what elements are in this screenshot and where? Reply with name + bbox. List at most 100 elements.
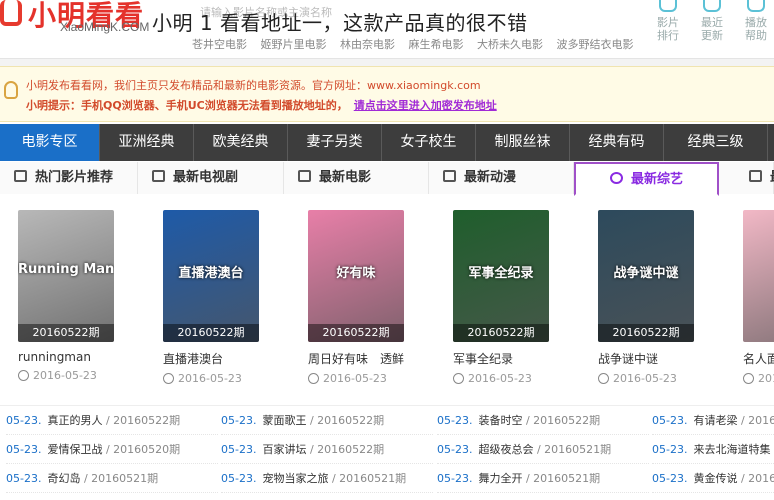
show-card[interactable]: Running Man 20160522期 runningman 2016-05…: [18, 210, 118, 382]
tab-latest-more[interactable]: 最新: [719, 162, 774, 194]
show-poster[interactable]: 战争谜中谜 20160522期: [598, 210, 694, 342]
film-rank-button[interactable]: 影片 排行: [648, 0, 688, 42]
list-item[interactable]: 05-23. 装备时空 / 20160522期: [437, 406, 649, 435]
notice-line-2: 小明提示：手机QQ浏览器、手机UC浏览器无法看到播放地址的， 请点击这里进入加密发…: [26, 97, 497, 113]
poster-title: 名人: [743, 262, 774, 281]
category-tab[interactable]: 女子校生: [382, 124, 476, 161]
list-item[interactable]: 05-23. 奇幻岛 / 20160521期: [6, 464, 218, 493]
show-poster[interactable]: 好有味 20160522期: [308, 210, 404, 342]
category-tab[interactable]: 亚洲经典: [100, 124, 194, 161]
show-card[interactable]: 好有味 20160522期 周日好有味 透鲜 2016-05-23: [308, 210, 408, 385]
update-title[interactable]: 百家讲坛: [262, 443, 306, 456]
show-poster[interactable]: 名人: [743, 210, 774, 342]
clock-icon: [743, 373, 754, 384]
category-tab[interactable]: 电影专区: [0, 124, 100, 161]
show-name[interactable]: 战争谜中谜: [598, 350, 698, 367]
tab-latest-tv[interactable]: 最新电视剧: [138, 162, 284, 194]
clock-icon: [18, 370, 29, 381]
show-name[interactable]: 直播港澳台: [163, 350, 263, 367]
play-help-button[interactable]: 播放 帮助: [736, 0, 774, 42]
update-date: 05-23.: [6, 414, 42, 427]
hot-word-link[interactable]: 大桥未久电影: [477, 38, 543, 51]
hot-word-link[interactable]: 波多野结衣电影: [557, 38, 634, 51]
show-card[interactable]: 名人 名人面 2016-05: [743, 210, 774, 385]
episode-badge: 20160522期: [18, 324, 114, 342]
update-title[interactable]: 爱情保卫战: [47, 443, 102, 456]
list-item[interactable]: 05-23. 百家讲坛 / 20160522期: [221, 435, 433, 464]
update-episode: 20160521期: [544, 443, 612, 456]
tab-label: 最新: [770, 170, 774, 185]
tab-latest-movie[interactable]: 最新电影: [284, 162, 429, 194]
list-item[interactable]: 05-23. 真正的男人 / 20160522期: [6, 406, 218, 435]
list-item[interactable]: 05-23.黄金传说 / 20160: [652, 464, 774, 493]
list-item[interactable]: 05-23. 舞力全开 / 20160521期: [437, 464, 649, 493]
show-poster[interactable]: Running Man 20160522期: [18, 210, 114, 342]
logo-url: XiaoMingK.COM: [60, 20, 150, 34]
list-item[interactable]: 05-23. 超级夜总会 / 20160521期: [437, 435, 649, 464]
update-title[interactable]: 宠物当家之旅: [262, 472, 328, 485]
update-episode: 20160: [748, 472, 774, 485]
anime-icon: [443, 170, 456, 182]
update-column: 05-23.有请老梁 / 20160 05-23.来去北海道特集 / 05-23…: [652, 406, 774, 493]
category-tab[interactable]: 经典三级: [664, 124, 768, 161]
update-title[interactable]: 超级夜总会: [478, 443, 533, 456]
notice-tip: 小明提示：手机QQ浏览器、手机UC浏览器无法看到播放地址的，: [26, 99, 348, 112]
update-title[interactable]: 蒙面歌王: [262, 414, 306, 427]
hot-word-link[interactable]: 姬野片里电影: [261, 38, 327, 51]
official-url-link[interactable]: www.xiaomingk.com: [367, 79, 481, 92]
update-date: 05-23.: [652, 443, 688, 456]
list-item[interactable]: 05-23. 爱情保卫战 / 20160520期: [6, 435, 218, 464]
show-name[interactable]: 军事全纪录: [453, 350, 553, 367]
show-date: 2016-05-23: [453, 372, 553, 385]
list-item[interactable]: 05-23. 宠物当家之旅 / 20160521期: [221, 464, 433, 493]
site-header: 小明看看 XiaoMingK.COM 请输入影片名称或主演名称 苍井空电影 姬野…: [0, 0, 774, 58]
date-text: 2016-05-23: [613, 372, 677, 385]
show-poster[interactable]: 军事全纪录 20160522期: [453, 210, 549, 342]
show-name[interactable]: 周日好有味 透鲜: [308, 350, 408, 367]
bookmark-icon: [14, 170, 27, 182]
poster-title: 直播港澳台: [178, 266, 244, 281]
category-tab[interactable]: 经典有码: [570, 124, 664, 161]
update-title[interactable]: 黄金传说: [693, 472, 737, 485]
site-logo[interactable]: 小明看看 XiaoMingK.COM: [0, 0, 160, 46]
battery-icon: [749, 170, 762, 182]
update-title[interactable]: 有请老梁: [693, 414, 737, 427]
logo-icon: [0, 0, 22, 26]
hot-word-link[interactable]: 苍井空电影: [192, 38, 247, 51]
category-tab[interactable]: 欧美经典: [194, 124, 288, 161]
update-list: 05-23. 真正的男人 / 20160522期 05-23. 爱情保卫战 / 20…: [0, 405, 774, 500]
update-date: 05-23.: [221, 414, 257, 427]
tool-label: 影片: [657, 16, 679, 29]
date-text: 2016-05-23: [33, 369, 97, 382]
recent-update-button[interactable]: 最近 更新: [692, 0, 732, 42]
list-item[interactable]: 05-23.来去北海道特集 /: [652, 435, 774, 464]
tab-latest-anime[interactable]: 最新动漫: [429, 162, 574, 194]
date-text: 2016-05-23: [468, 372, 532, 385]
show-card[interactable]: 直播港澳台 20160522期 直播港澳台 2016-05-23: [163, 210, 263, 385]
clock-icon: [308, 373, 319, 384]
show-poster[interactable]: 直播港澳台 20160522期: [163, 210, 259, 342]
update-title[interactable]: 装备时空: [478, 414, 522, 427]
list-item[interactable]: 05-23. 蒙面歌王 / 20160522期: [221, 406, 433, 435]
show-name[interactable]: 名人面: [743, 350, 774, 367]
update-title[interactable]: 奇幻岛: [47, 472, 80, 485]
show-card[interactable]: 军事全纪录 20160522期 军事全纪录 2016-05-23: [453, 210, 553, 385]
list-item[interactable]: 05-23.有请老梁 / 20160: [652, 406, 774, 435]
hot-word-link[interactable]: 林由奈电影: [340, 38, 395, 51]
hot-word-link[interactable]: 麻生希电影: [409, 38, 464, 51]
help-icon: [747, 0, 765, 12]
category-tab[interactable]: 制服丝袜: [476, 124, 570, 161]
show-name[interactable]: runningman: [18, 350, 118, 364]
category-tab[interactable]: 妻子另类: [288, 124, 382, 161]
show-card[interactable]: 战争谜中谜 20160522期 战争谜中谜 2016-05-23: [598, 210, 698, 385]
update-title[interactable]: 真正的男人: [47, 414, 102, 427]
update-title[interactable]: 舞力全开: [478, 472, 522, 485]
show-date: 2016-05-23: [18, 369, 118, 382]
tab-hot-recommend[interactable]: 热门影片推荐: [0, 162, 138, 194]
update-title[interactable]: 来去北海道特集: [693, 443, 770, 456]
update-date: 05-23.: [437, 472, 473, 485]
episode-badge: 20160522期: [308, 324, 404, 342]
show-date: 2016-05-23: [163, 372, 263, 385]
tab-latest-variety[interactable]: 最新综艺: [574, 162, 719, 196]
encrypted-address-link[interactable]: 请点击这里进入加密发布地址: [354, 99, 497, 112]
